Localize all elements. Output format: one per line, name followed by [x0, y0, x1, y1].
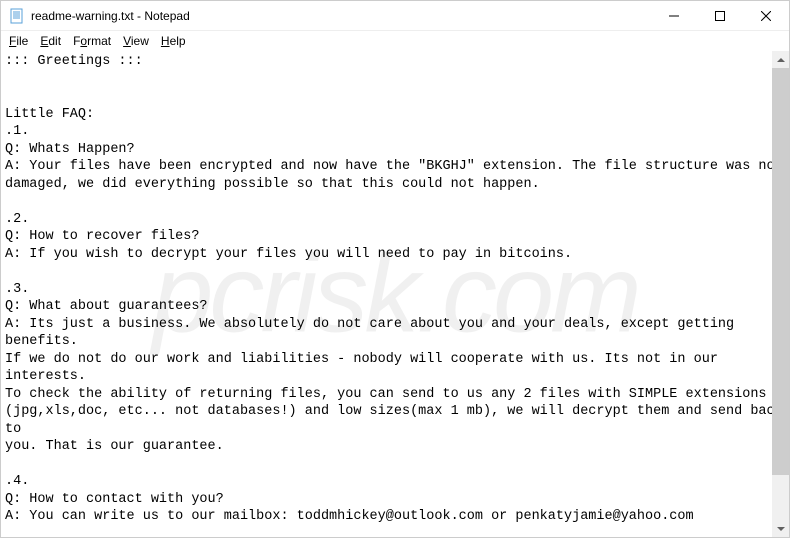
notepad-window: readme-warning.txt - Notepad File Edit F…: [0, 0, 790, 538]
maximize-button[interactable]: [697, 1, 743, 30]
text-line: .1.: [5, 124, 29, 139]
text-line: A: Your files have been encrypted and no…: [5, 159, 783, 174]
menu-file[interactable]: File: [3, 33, 34, 49]
text-line: Q: What about guarantees?: [5, 299, 208, 314]
text-line: To check the ability of returning files,…: [5, 387, 767, 402]
scrollbar-thumb[interactable]: [772, 68, 789, 475]
close-button[interactable]: [743, 1, 789, 30]
text-line: Q: Whats Happen?: [5, 142, 135, 157]
window-controls: [651, 1, 789, 30]
text-line: Little FAQ:: [5, 107, 94, 122]
text-line: A: You can write us to our mailbox: todd…: [5, 509, 694, 524]
text-line: .2.: [5, 212, 29, 227]
text-line: ::: Greetings :::: [5, 54, 143, 69]
notepad-icon: [9, 8, 25, 24]
menu-edit[interactable]: Edit: [34, 33, 67, 49]
menu-view[interactable]: View: [117, 33, 155, 49]
scroll-up-button[interactable]: [772, 51, 789, 68]
watermark: pcrisk.com: [152, 285, 638, 303]
text-line: (jpg,xls,doc, etc... not databases!) and…: [5, 404, 789, 437]
text-line: A: If you wish to decrypt your files you…: [5, 247, 572, 262]
text-line: .4.: [5, 474, 29, 489]
text-line: you. That is our guarantee.: [5, 439, 224, 454]
text-content-area[interactable]: pcrisk.com::: Greetings ::: Little FAQ: …: [1, 51, 789, 537]
scrollbar-track[interactable]: [772, 68, 789, 520]
window-title: readme-warning.txt - Notepad: [31, 9, 651, 23]
minimize-button[interactable]: [651, 1, 697, 30]
menu-help[interactable]: Help: [155, 33, 192, 49]
text-line: A: Its just a business. We absolutely do…: [5, 317, 742, 350]
scroll-down-button[interactable]: [772, 520, 789, 537]
menu-format[interactable]: Format: [67, 33, 117, 49]
text-line: .3.: [5, 282, 29, 297]
text-line: Q: How to recover files?: [5, 229, 199, 244]
text-line: damaged, we did everything possible so t…: [5, 177, 540, 192]
vertical-scrollbar[interactable]: [772, 51, 789, 537]
menubar: File Edit Format View Help: [1, 31, 789, 51]
text-line: If we do not do our work and liabilities…: [5, 352, 726, 385]
text-line: Q: How to contact with you?: [5, 492, 224, 507]
titlebar: readme-warning.txt - Notepad: [1, 1, 789, 31]
